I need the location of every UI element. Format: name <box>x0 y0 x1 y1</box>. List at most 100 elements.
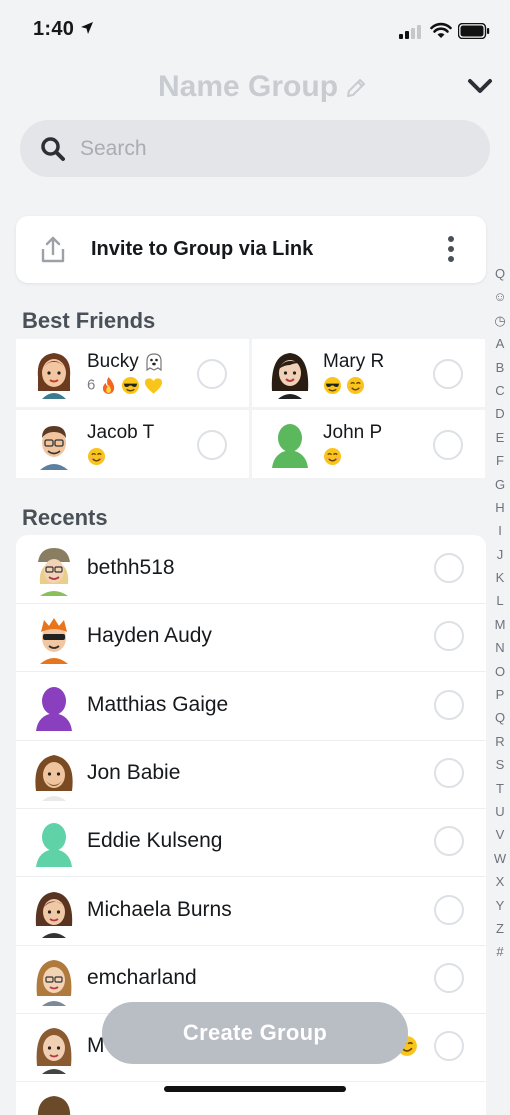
invite-link-row[interactable]: Invite to Group via Link <box>16 216 486 283</box>
select-radio[interactable] <box>434 895 464 925</box>
index-letter[interactable]: J <box>489 543 510 566</box>
index-letter[interactable]: ◷ <box>489 309 510 332</box>
search-bar[interactable] <box>20 120 490 177</box>
recents-heading: Recents <box>22 505 108 530</box>
best-friend-cell[interactable]: John P <box>252 410 485 478</box>
bitmoji-avatar <box>37 1096 71 1115</box>
index-letter[interactable]: L <box>489 589 510 612</box>
index-letter[interactable]: Q <box>489 262 510 285</box>
default-ghost-avatar <box>36 823 72 867</box>
select-radio[interactable] <box>434 1031 464 1061</box>
select-radio[interactable] <box>197 430 227 460</box>
bitmoji-avatar <box>40 618 68 664</box>
index-letter[interactable]: G <box>489 473 510 496</box>
index-letter[interactable]: F <box>489 449 510 472</box>
index-letter[interactable]: D <box>489 402 510 425</box>
smile-emoji-icon <box>87 447 106 466</box>
smile-emoji-icon <box>323 447 342 466</box>
index-letter[interactable]: V <box>489 823 510 846</box>
index-letter[interactable]: Q <box>489 706 510 729</box>
index-letter[interactable]: R <box>489 730 510 753</box>
index-letter[interactable]: K <box>489 566 510 589</box>
list-item[interactable]: Matthias Gaige <box>16 672 486 741</box>
invite-link-label: Invite to Group via Link <box>91 238 314 260</box>
list-item[interactable]: Jon Babie <box>16 740 486 809</box>
status-bar: 1:40 <box>0 0 510 60</box>
smile-emoji-icon <box>347 376 365 395</box>
index-letter[interactable]: ☺ <box>489 285 510 308</box>
select-radio[interactable] <box>434 963 464 993</box>
contact-name: Jon Babie <box>87 761 181 784</box>
select-radio[interactable] <box>434 690 464 720</box>
best-friend-cell[interactable]: Jacob T <box>16 410 249 478</box>
create-group-button[interactable]: Create Group <box>102 1002 408 1064</box>
sunglasses-emoji-icon <box>323 376 342 395</box>
search-input[interactable] <box>78 130 462 168</box>
select-radio[interactable] <box>434 826 464 856</box>
best-friend-cell[interactable]: Bucky 6 <box>16 339 249 407</box>
location-arrow-icon <box>81 22 93 34</box>
index-letter[interactable]: O <box>489 660 510 683</box>
battery-icon <box>458 23 490 39</box>
index-letter[interactable]: X <box>489 870 510 893</box>
bitmoji-avatar <box>37 353 71 399</box>
contact-name: Eddie Kulseng <box>87 829 223 852</box>
list-item[interactable]: Eddie Kulseng <box>16 808 486 877</box>
fire-emoji-icon <box>102 377 114 394</box>
header: Name Group <box>0 66 510 110</box>
bitmoji-avatar <box>271 353 309 399</box>
list-item[interactable]: Michaela Burns <box>16 877 486 946</box>
home-indicator <box>164 1086 346 1092</box>
bitmoji-avatar <box>35 755 73 801</box>
index-letter[interactable]: E <box>489 426 510 449</box>
default-ghost-avatar <box>36 687 72 731</box>
select-radio[interactable] <box>197 359 227 389</box>
friend-name: Bucky <box>87 351 139 372</box>
cellular-signal-icon <box>399 25 421 39</box>
select-radio[interactable] <box>434 758 464 788</box>
streak-count: 6 <box>87 376 96 394</box>
ghost-emoji-icon <box>146 353 162 372</box>
chevron-down-icon[interactable] <box>466 76 494 96</box>
contact-name: Hayden Audy <box>87 624 212 647</box>
index-letter[interactable]: Z <box>489 917 510 940</box>
contact-name: Michaela Burns <box>87 898 232 921</box>
contact-name: emcharland <box>87 966 197 989</box>
index-letter[interactable]: U <box>489 800 510 823</box>
best-friend-cell[interactable]: Mary R <box>252 339 485 407</box>
sunglasses-emoji-icon <box>121 376 139 395</box>
list-item[interactable]: Hayden Audy <box>16 603 486 672</box>
index-letter[interactable]: B <box>489 356 510 379</box>
index-letter[interactable]: A <box>489 332 510 355</box>
friend-name: Jacob T <box>87 422 155 443</box>
list-item[interactable]: bethh518 <box>16 535 486 604</box>
bitmoji-avatar <box>36 1028 72 1074</box>
select-radio[interactable] <box>434 621 464 651</box>
index-letter[interactable]: P <box>489 683 510 706</box>
friend-name: John P <box>323 422 383 443</box>
wifi-icon <box>430 22 452 38</box>
alphabet-index[interactable]: Q ☺ ◷ A B C D E F G H I J K L M N O P Q R S T U V W X Y Z # <box>489 262 510 964</box>
select-radio[interactable] <box>433 430 463 460</box>
select-radio[interactable] <box>433 359 463 389</box>
index-letter[interactable]: C <box>489 379 510 402</box>
index-letter[interactable]: T <box>489 777 510 800</box>
index-letter[interactable]: N <box>489 636 510 659</box>
index-letter[interactable]: I <box>489 519 510 542</box>
index-letter[interactable]: M <box>489 613 510 636</box>
pencil-icon[interactable] <box>344 76 368 100</box>
index-letter[interactable]: Y <box>489 894 510 917</box>
more-options-icon[interactable] <box>445 234 457 264</box>
contact-name: bethh518 <box>87 556 175 579</box>
contact-name: Matthias Gaige <box>87 693 229 716</box>
group-name-title[interactable]: Name Group <box>158 70 338 104</box>
search-icon <box>41 137 65 161</box>
best-friends-heading: Best Friends <box>22 308 156 333</box>
index-letter[interactable]: W <box>489 847 510 870</box>
friend-name: Mary R <box>323 351 385 372</box>
default-ghost-avatar <box>272 424 308 468</box>
index-letter[interactable]: # <box>489 940 510 963</box>
index-letter[interactable]: H <box>489 496 510 519</box>
index-letter[interactable]: S <box>489 753 510 776</box>
select-radio[interactable] <box>434 553 464 583</box>
